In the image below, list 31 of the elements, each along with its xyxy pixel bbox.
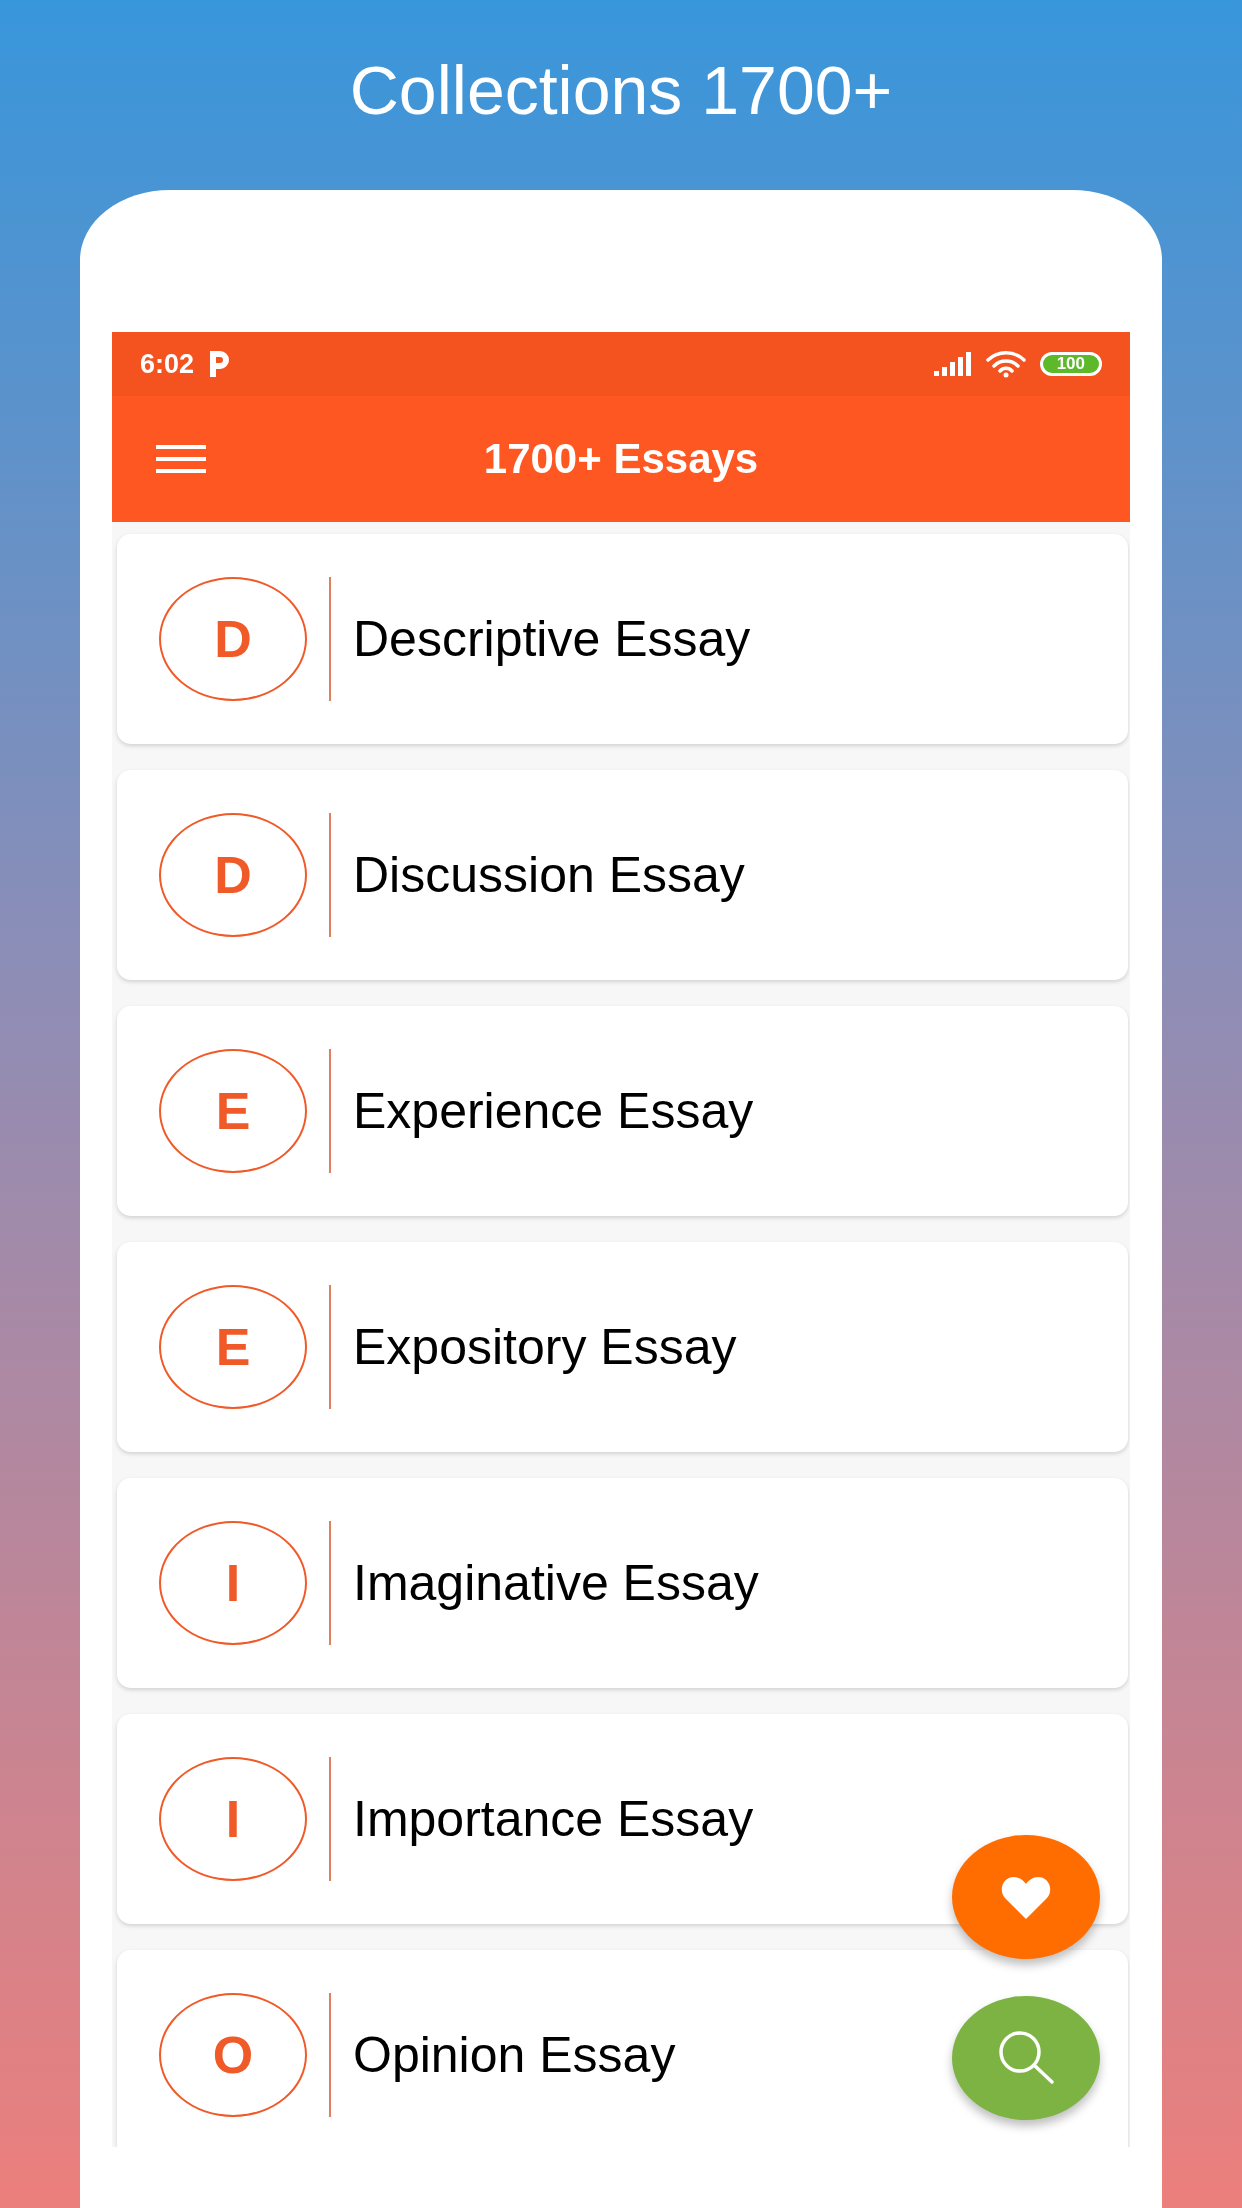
p-icon <box>208 351 231 377</box>
essay-card[interactable]: D Discussion Essay <box>117 770 1128 980</box>
essay-card[interactable]: E Experience Essay <box>117 1006 1128 1216</box>
essay-card[interactable]: E Expository Essay <box>117 1242 1128 1452</box>
signal-icon <box>933 352 972 376</box>
letter-badge: D <box>159 577 307 701</box>
essay-title: Descriptive Essay <box>353 610 751 668</box>
letter-badge: E <box>159 1049 307 1173</box>
app-title: 1700+ Essays <box>483 435 759 483</box>
essay-title: Experience Essay <box>353 1082 754 1140</box>
status-time: 6:02 <box>140 348 195 380</box>
letter-badge: D <box>159 813 307 937</box>
letter-badge: O <box>159 1993 307 2117</box>
essay-card[interactable]: D Descriptive Essay <box>117 534 1128 744</box>
heart-icon <box>1001 1875 1051 1919</box>
search-icon <box>996 2030 1056 2086</box>
letter-badge: E <box>159 1285 307 1409</box>
essay-title: Importance Essay <box>353 1790 754 1848</box>
essay-card[interactable]: O Opinion Essay <box>117 1950 1128 2147</box>
essay-title: Opinion Essay <box>353 2026 676 2084</box>
essay-card[interactable]: I Importance Essay <box>117 1714 1128 1924</box>
essay-title: Expository Essay <box>353 1318 737 1376</box>
essay-title: Discussion Essay <box>353 846 745 904</box>
letter-badge: I <box>159 1521 307 1645</box>
letter-badge: I <box>159 1757 307 1881</box>
menu-icon[interactable] <box>156 445 206 473</box>
headline: Collections 1700+ <box>349 56 893 124</box>
essay-card[interactable]: I Imaginative Essay <box>117 1478 1128 1688</box>
essay-title: Imaginative Essay <box>353 1554 759 1612</box>
battery-icon: 100 <box>1039 352 1102 376</box>
wifi-icon <box>985 350 1026 378</box>
